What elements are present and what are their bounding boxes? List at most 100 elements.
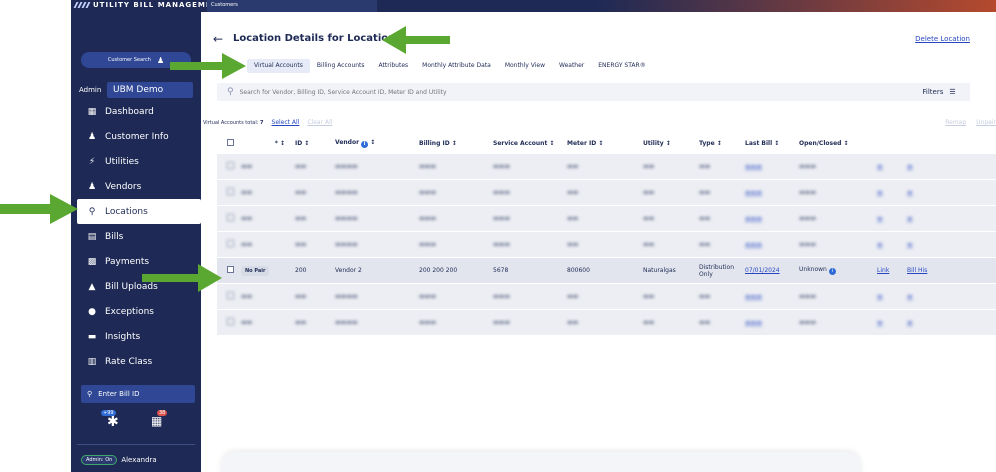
sidebar-item-dashboard[interactable]: ▦ Dashboard [71,99,201,124]
admin-toggle[interactable]: Admin: On [81,455,118,465]
sidebar-item-vendors[interactable]: ♟ Vendors [71,174,201,199]
sidebar-item-bills[interactable]: ▤ Bills [71,224,201,249]
sidebar-item-customer-info[interactable]: ♟ Customer Info [71,124,201,149]
sidebar-quick-icons: ✱ +99 ▦ 38 [99,410,179,434]
sidebar-item-insights[interactable]: ▬ Insights [71,324,201,349]
breadcrumb-label: Customers [211,2,238,8]
header-last-bill[interactable]: Last Bill ↕ [745,140,799,147]
breadcrumb[interactable]: Customers [207,0,377,12]
bill-id-search[interactable]: ⚲ Enter Bill ID [81,385,195,403]
tenant-selector[interactable]: UBM Demo [107,82,193,98]
header-utility-label: Utility [643,139,664,147]
unpair-link[interactable]: Unpair [976,119,996,126]
delete-location-link[interactable]: Delete Location [915,35,970,43]
select-all-link[interactable]: Select All [272,119,300,126]
row-billing-id: 200 200 200 [419,267,458,274]
bill-icon: ▤ [87,231,97,242]
user-name[interactable]: Alexandra [121,456,156,464]
table-row[interactable]: ▬▬ ▬▬ ▬▬▬▬ ▬▬▬ ▬▬▬ ▬▬ ▬▬ ▬▬ ▬▬▬ ▬▬▬ ▬ ▬ [217,180,996,205]
row-bill-history-link[interactable]: Bill His [907,267,937,274]
sidebar-item-label: Utilities [105,156,139,167]
sidebar: Customer Search ♟ Admin UBM Demo ▦ Dashbo… [71,12,201,472]
header-id[interactable]: ID ↕ [295,140,335,147]
row-type: Distribution Only [699,263,735,278]
insights-icon: ▬ [87,331,97,342]
filters-label: Filters [922,88,944,96]
search-input[interactable] [239,88,840,96]
totals-row: Virtual Accounts total: 7 Select All Cle… [203,119,332,126]
tenant-row: Admin UBM Demo [79,82,193,98]
top-accent [596,0,996,12]
alert-icon: ● [88,306,96,317]
asterisk-icon[interactable]: ✱ [107,414,119,430]
tab-billing-accounts[interactable]: Billing Accounts [310,59,372,73]
tab-energy-star[interactable]: ENERGY STAR® [591,59,652,73]
tab-weather[interactable]: Weather [552,59,591,73]
clear-all-link[interactable]: Clear All [307,119,332,126]
remap-link[interactable]: Remap [945,119,966,126]
tab-monthly-attribute-data[interactable]: Monthly Attribute Data [415,59,498,73]
sidebar-item-locations[interactable]: ⚲ Locations [77,199,201,224]
payment-icon: ▩ [87,256,97,267]
search-bar: ⚲ [217,83,970,101]
table-row[interactable]: ▬▬ ▬▬ ▬▬▬▬ ▬▬▬ ▬▬▬ ▬▬ ▬▬ ▬▬ ▬▬▬ ▬▬▬ ▬ ▬ [217,206,996,231]
filters-button[interactable]: Filters ☰ [908,83,970,101]
tab-monthly-view[interactable]: Monthly View [498,59,552,73]
back-arrow-icon[interactable]: ← [213,32,223,46]
sidebar-item-rate-class[interactable]: ▥ Rate Class [71,349,201,374]
sidebar-divider [77,444,195,445]
virtual-accounts-table: * ↕ ID ↕ Vendor i ↕ Billing ID ↕ Service… [217,132,996,336]
header-open-closed-label: Open/Closed [799,139,842,147]
table-row[interactable]: ▬▬ ▬▬ ▬▬▬▬ ▬▬▬ ▬▬▬ ▬▬ ▬▬ ▬▬ ▬▬▬ ▬▬▬ ▬ ▬ [217,310,996,335]
row-utility: Naturalgas [643,267,676,274]
header-billing-id[interactable]: Billing ID ↕ [419,140,493,147]
sidebar-item-label: Locations [105,206,148,217]
sidebar-item-label: Bills [105,231,124,242]
rate-icon: ▥ [87,356,97,367]
sidebar-item-label: Vendors [105,181,142,192]
sidebar-item-label: Rate Class [105,356,153,367]
table-row[interactable]: ▬▬ ▬▬ ▬▬▬▬ ▬▬▬ ▬▬▬ ▬▬ ▬▬ ▬▬ ▬▬▬ ▬▬▬ ▬ ▬ [217,232,996,257]
table-row-location-2[interactable]: No Pair 200 Vendor 2 200 200 200 5678 80… [217,258,996,283]
bottom-panel [221,452,861,472]
header-star-label: * [274,139,278,147]
row-checkbox[interactable] [227,266,234,273]
tab-attributes[interactable]: Attributes [372,59,416,73]
row-id: 200 [295,267,307,274]
header-utility[interactable]: Utility ↕ [643,140,699,147]
header-star[interactable]: * ↕ [241,140,295,147]
table-header: * ↕ ID ↕ Vendor i ↕ Billing ID ↕ Service… [217,132,996,154]
header-type[interactable]: Type ↕ [699,140,745,147]
header-vendor[interactable]: Vendor i ↕ [335,139,419,148]
table-row[interactable]: ▬▬ ▬▬ ▬▬▬▬ ▬▬▬ ▬▬▬ ▬▬ ▬▬ ▬▬ ▬▬▬ ▬▬▬ ▬ ▬ [217,284,996,309]
brand-text: UTILITY BILL MANAGEMENT [93,1,225,9]
sidebar-item-label: Exceptions [105,306,154,317]
tab-virtual-accounts[interactable]: Virtual Accounts [247,59,310,73]
person-icon: ♟ [87,131,97,142]
no-pair-badge: No Pair [241,265,270,276]
totals-value: 7 [260,119,264,126]
sidebar-item-label: Dashboard [105,106,154,117]
header-vendor-label: Vendor [335,138,360,146]
calendar-icon[interactable]: ▦ [151,414,162,428]
pair-cell: No Pair [241,265,295,276]
row-last-bill-link[interactable]: 07/01/2024 [745,267,799,274]
sidebar-item-utilities[interactable]: ⚡ Utilities [71,149,201,174]
header-meter-id[interactable]: Meter ID ↕ [567,140,643,147]
dashboard-icon: ▦ [87,106,97,117]
totals-text: Virtual Accounts total: 7 [203,120,264,126]
row-vendor: Vendor 2 [335,267,362,274]
select-all-checkbox[interactable] [227,138,234,146]
app-brand[interactable]: UTILITY BILL MANAGEMENT [73,1,225,9]
calendar-badge: 38 [157,410,168,416]
brand-logo-icon [73,2,91,8]
sidebar-item-label: Insights [105,331,141,342]
annotation-arrow-row [142,264,222,292]
header-open-closed[interactable]: Open/Closed ↕ [799,140,877,147]
table-row[interactable]: ▬▬ ▬▬ ▬▬▬▬ ▬▬▬ ▬▬▬ ▬▬ ▬▬ ▬▬ ▬▬▬ ▬▬▬ ▬ ▬ [217,154,996,179]
sidebar-item-exceptions[interactable]: ● Exceptions [71,299,201,324]
info-icon[interactable]: i [828,268,836,275]
bill-id-placeholder: Enter Bill ID [98,390,140,398]
header-service-account[interactable]: Service Account ↕ [493,140,567,147]
row-link[interactable]: Link [877,267,907,274]
